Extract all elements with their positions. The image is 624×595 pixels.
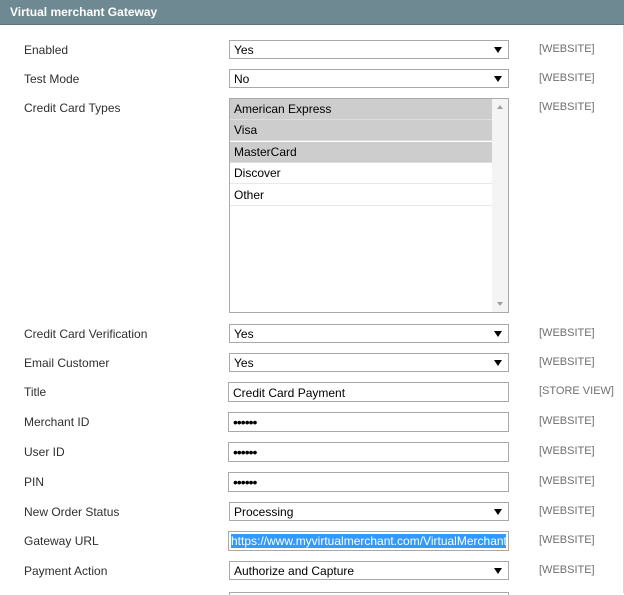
gateway-url-input[interactable]: https://www.myvirtualmerchant.com/Virtua… (228, 531, 509, 551)
merchant-id-scope: [WEBSITE] (539, 415, 595, 427)
cc-option-other[interactable]: Other (230, 185, 492, 206)
scroll-down-arrow-icon[interactable] (497, 302, 503, 306)
cc-option-visa[interactable]: Visa (230, 120, 492, 141)
new-order-status-label: New Order Status (24, 505, 120, 519)
title-label: Title (24, 385, 47, 399)
enabled-label: Enabled (24, 43, 69, 57)
scroll-up-arrow-icon[interactable] (497, 105, 503, 109)
email-customer-label: Email Customer (24, 356, 110, 370)
enabled-scope: [WEBSITE] (539, 43, 595, 55)
email-customer-value: Yes (234, 356, 254, 370)
credit-card-types-multiselect[interactable]: American Express Visa MasterCard Discove… (229, 98, 509, 313)
chevron-down-icon (494, 76, 502, 82)
title-input-value: Credit Card Payment (233, 386, 346, 400)
user-id-scope: [WEBSITE] (539, 445, 595, 457)
test-mode-value: No (234, 72, 250, 86)
gateway-url-label: Gateway URL (24, 534, 99, 548)
cc-option-american-express[interactable]: American Express (230, 99, 492, 120)
pin-masked-value: •••••• (233, 474, 257, 490)
cc-option-discover[interactable]: Discover (230, 163, 492, 184)
listbox-scrollbar[interactable] (492, 99, 508, 312)
cc-verification-select[interactable]: Yes (229, 324, 509, 343)
new-order-status-value: Processing (234, 505, 294, 519)
merchant-id-masked-value: •••••• (233, 414, 257, 430)
credit-card-types-scope: [WEBSITE] (539, 101, 595, 113)
gateway-url-selected-text: https://www.myvirtualmerchant.com/Virtua… (231, 534, 506, 548)
email-customer-select[interactable]: Yes (229, 353, 509, 372)
chevron-down-icon (494, 331, 502, 337)
new-order-status-select[interactable]: Processing (229, 502, 509, 521)
payment-action-scope: [WEBSITE] (539, 564, 595, 576)
test-mode-label: Test Mode (24, 72, 80, 86)
chevron-down-icon (494, 47, 502, 53)
merchant-id-label: Merchant ID (24, 415, 90, 429)
user-id-masked-value: •••••• (233, 444, 257, 460)
user-id-label: User ID (24, 445, 65, 459)
pin-scope: [WEBSITE] (539, 475, 595, 487)
user-id-input[interactable]: •••••• (228, 442, 509, 462)
chevron-down-icon (494, 360, 502, 366)
test-mode-select[interactable]: No (229, 69, 509, 88)
cc-verification-label: Credit Card Verification (24, 327, 148, 341)
cc-verification-scope: [WEBSITE] (539, 327, 595, 339)
section-header[interactable]: Virtual merchant Gateway (0, 0, 624, 25)
gateway-url-scope: [WEBSITE] (539, 534, 595, 546)
section-title: Virtual merchant Gateway (10, 5, 158, 19)
title-scope: [STORE VIEW] (539, 385, 614, 397)
new-order-status-scope: [WEBSITE] (539, 505, 595, 517)
pin-label: PIN (24, 475, 45, 489)
chevron-down-icon (494, 509, 502, 515)
payment-action-label: Payment Action (24, 564, 108, 578)
payment-action-select[interactable]: Authorize and Capture (229, 561, 509, 580)
test-mode-scope: [WEBSITE] (539, 72, 595, 84)
title-input[interactable]: Credit Card Payment (228, 382, 509, 402)
config-panel: Enabled Yes [WEBSITE] Test Mode No [WEBS… (0, 25, 624, 595)
pin-input[interactable]: •••••• (228, 472, 509, 492)
enabled-value: Yes (234, 43, 254, 57)
cc-option-mastercard[interactable]: MasterCard (230, 142, 492, 163)
credit-card-types-label: Credit Card Types (24, 101, 121, 115)
email-customer-scope: [WEBSITE] (539, 356, 595, 368)
chevron-down-icon (494, 568, 502, 574)
cc-verification-value: Yes (234, 327, 254, 341)
merchant-id-input[interactable]: •••••• (228, 412, 509, 432)
enabled-select[interactable]: Yes (229, 40, 509, 59)
payment-action-value: Authorize and Capture (234, 564, 355, 578)
